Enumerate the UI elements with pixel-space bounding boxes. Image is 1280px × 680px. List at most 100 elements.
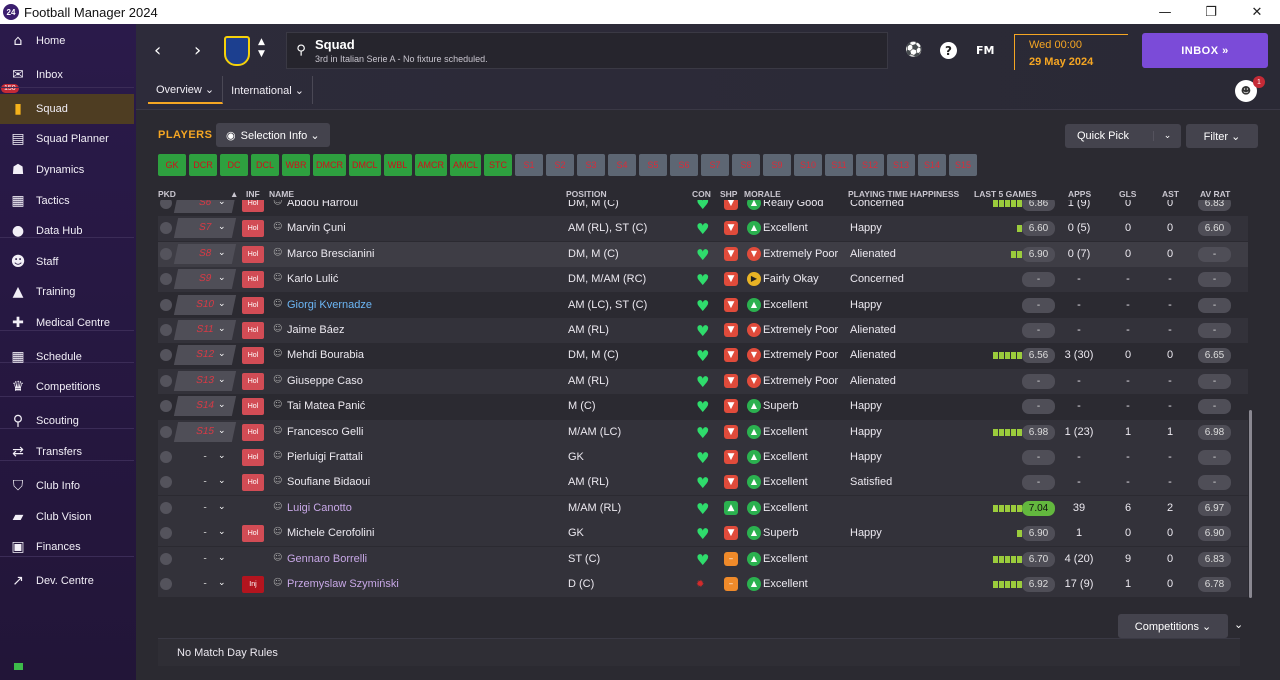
position-filter-dcl[interactable]: DCL	[251, 154, 279, 176]
player-name[interactable]: Przemyslaw Szymiński	[287, 578, 399, 590]
competitions-dropdown[interactable]: Competitions ⌄	[1118, 614, 1228, 638]
fm-menu-button[interactable]: FM	[976, 44, 994, 57]
player-name[interactable]: Michele Cerofolini	[287, 527, 374, 539]
close-button[interactable]: ✕	[1234, 5, 1280, 20]
picked-slot[interactable]: S15	[173, 421, 237, 442]
chevron-down-icon[interactable]: ⌄	[218, 476, 226, 486]
col-playing-time[interactable]: PLAYING TIME HAPPINESS	[848, 189, 959, 199]
sidebar-item-staff[interactable]: ☻ Staff	[0, 247, 134, 277]
col-position[interactable]: POSITION	[566, 189, 607, 199]
table-row[interactable]: S11 ⌄ Hol ☺ Jaime Báez AM (RL) ♥ ▼ ▼ Extremely Po…	[158, 318, 1248, 343]
select-checkbox[interactable]	[160, 400, 172, 413]
table-row[interactable]: S6 ⌄ Hol ☺ Abdou Harroui DM, M (C) ♥ ▼ ▲ Really G…	[158, 200, 1248, 216]
picked-slot[interactable]: -	[174, 549, 236, 569]
sidebar-item-squad-planner[interactable]: ▤ Squad Planner	[0, 124, 134, 154]
player-name[interactable]: Jaime Báez	[287, 324, 344, 336]
minimize-button[interactable]: —	[1142, 5, 1188, 20]
sidebar-item-squad[interactable]: ▮ Squad	[0, 94, 134, 124]
club-switcher-icon[interactable]: ▲ ▼	[258, 36, 265, 60]
position-filter-s13[interactable]: S13	[887, 154, 916, 176]
player-name[interactable]: Mehdi Bourabia	[287, 349, 364, 361]
table-row[interactable]: S10 ⌄ Hol ☺ Giorgi Kvernadze AM (LC), ST (C) ♥…	[158, 293, 1248, 318]
table-row[interactable]: S14 ⌄ Hol ☺ Tai Matea Panić M (C) ♥ ▼ ▲ Superb Hap…	[158, 394, 1248, 419]
game-date[interactable]: Wed 00:00 29 May 2024	[1014, 34, 1128, 70]
position-filter-wbr[interactable]: WBR	[282, 154, 310, 176]
select-checkbox[interactable]	[160, 273, 172, 286]
chevron-down-icon[interactable]: ⌄	[218, 273, 226, 283]
position-filter-wbl[interactable]: WBL	[383, 154, 412, 176]
player-name[interactable]: Marvin Çuni	[287, 222, 346, 234]
position-filter-s15[interactable]: S15	[949, 154, 978, 176]
sidebar-item-inbox[interactable]: ✉ Inbox	[0, 60, 134, 90]
picked-slot[interactable]: S14	[173, 396, 237, 417]
sidebar-item-competitions[interactable]: ♛ Competitions	[0, 372, 134, 402]
sidebar-item-home[interactable]: ⌂ Home	[0, 26, 134, 56]
picked-slot[interactable]: -	[174, 574, 236, 594]
player-name[interactable]: Soufiane Bidaoui	[287, 476, 370, 488]
chevron-down-icon[interactable]: ⌄	[218, 451, 226, 461]
position-filter-s9[interactable]: S9	[763, 154, 792, 176]
position-filter-s5[interactable]: S5	[639, 154, 668, 176]
table-row[interactable]: S12 ⌄ Hol ☺ Mehdi Bourabia DM, M (C) ♥ ▼ ▼ Extrem…	[158, 343, 1248, 368]
picked-slot[interactable]: S11	[173, 320, 237, 340]
position-filter-s7[interactable]: S7	[701, 154, 730, 176]
chevron-down-icon[interactable]: ⌄	[218, 553, 226, 563]
sidebar-item-scouting[interactable]: ⚲ Scouting	[0, 406, 134, 436]
back-arrow-icon[interactable]: ‹	[154, 40, 161, 61]
picked-slot[interactable]: S7	[173, 218, 237, 239]
sidebar-item-training[interactable]: ▲ Training	[0, 277, 134, 307]
sidebar-item-transfers[interactable]: ⇄ Transfers	[0, 437, 134, 467]
chevron-down-icon[interactable]: ⌄	[218, 324, 226, 334]
select-checkbox[interactable]	[160, 527, 172, 540]
position-filter-dcr[interactable]: DCR	[189, 154, 217, 176]
select-checkbox[interactable]	[160, 476, 172, 489]
sidebar-item-tactics[interactable]: ▦ Tactics	[0, 186, 134, 216]
picked-slot[interactable]: S6	[173, 200, 237, 213]
position-filter-s6[interactable]: S6	[670, 154, 699, 176]
col-avrat[interactable]: AV RAT	[1200, 189, 1230, 199]
chevron-down-icon[interactable]: ⌄	[1153, 131, 1181, 141]
col-last5[interactable]: LAST 5 GAMES	[974, 189, 1037, 199]
picked-slot[interactable]: S9	[173, 269, 237, 290]
player-name[interactable]: Luigi Canotto	[287, 502, 352, 514]
position-filter-amcr[interactable]: AMCR	[414, 154, 448, 176]
picked-slot[interactable]: S12	[173, 345, 237, 366]
col-pkd[interactable]: PKD	[158, 189, 176, 199]
player-name[interactable]: Marco Brescianini	[287, 248, 374, 260]
sidebar-item-club-info[interactable]: ⛉ Club Info	[0, 471, 134, 501]
sidebar-item-dev-centre[interactable]: ↗ Dev. Centre	[0, 566, 134, 596]
sidebar-item-schedule[interactable]: ▦ Schedule	[0, 342, 134, 372]
position-filter-s3[interactable]: S3	[577, 154, 606, 176]
select-checkbox[interactable]	[160, 578, 172, 590]
selection-info-button[interactable]: ◉ Selection Info ⌄	[216, 123, 330, 147]
sort-arrow-icon[interactable]: ▲	[230, 189, 238, 199]
sidebar-item-medical-centre[interactable]: ✚ Medical Centre	[0, 308, 134, 338]
ball-icon[interactable]: ⚽	[905, 42, 922, 58]
player-name[interactable]: Karlo Lulić	[287, 273, 338, 285]
col-ast[interactable]: AST	[1162, 189, 1179, 199]
select-checkbox[interactable]	[160, 552, 172, 565]
picked-slot[interactable]: S13	[173, 370, 237, 391]
inbox-continue-button[interactable]: INBOX »	[1142, 33, 1268, 68]
table-row[interactable]: S9 ⌄ Hol ☺ Karlo Lulić DM, M/AM (RC) ♥ ▼ ▶ Fairly…	[158, 267, 1248, 293]
col-apps[interactable]: APPS	[1068, 189, 1091, 199]
player-name[interactable]: Abdou Harroui	[287, 200, 358, 209]
picked-slot[interactable]: -	[174, 498, 236, 518]
col-shp[interactable]: SHP	[720, 189, 737, 199]
table-row[interactable]: - ⌄ ☺ Gennaro Borrelli ST (C) ♥ – ▲ Excellent 6.7…	[158, 546, 1248, 572]
chevron-down-icon[interactable]: ⌄	[218, 200, 226, 207]
help-icon[interactable]: ?	[940, 42, 957, 59]
chevron-down-icon[interactable]: ⌄	[218, 299, 226, 309]
position-filter-s8[interactable]: S8	[732, 154, 761, 176]
player-name[interactable]: Giuseppe Caso	[287, 375, 363, 387]
col-name[interactable]: NAME	[269, 189, 294, 199]
maximize-button[interactable]: ❐	[1188, 5, 1234, 20]
expand-chevron-icon[interactable]: ⌄	[1234, 618, 1243, 631]
player-name[interactable]: Tai Matea Panić	[287, 400, 365, 412]
chevron-down-icon[interactable]: ⌄	[218, 426, 226, 436]
picked-slot[interactable]: -	[174, 472, 236, 492]
select-checkbox[interactable]	[160, 324, 172, 336]
col-inf[interactable]: INF	[246, 189, 260, 199]
select-checkbox[interactable]	[160, 222, 172, 235]
player-name[interactable]: Pierluigi Frattali	[287, 451, 363, 463]
